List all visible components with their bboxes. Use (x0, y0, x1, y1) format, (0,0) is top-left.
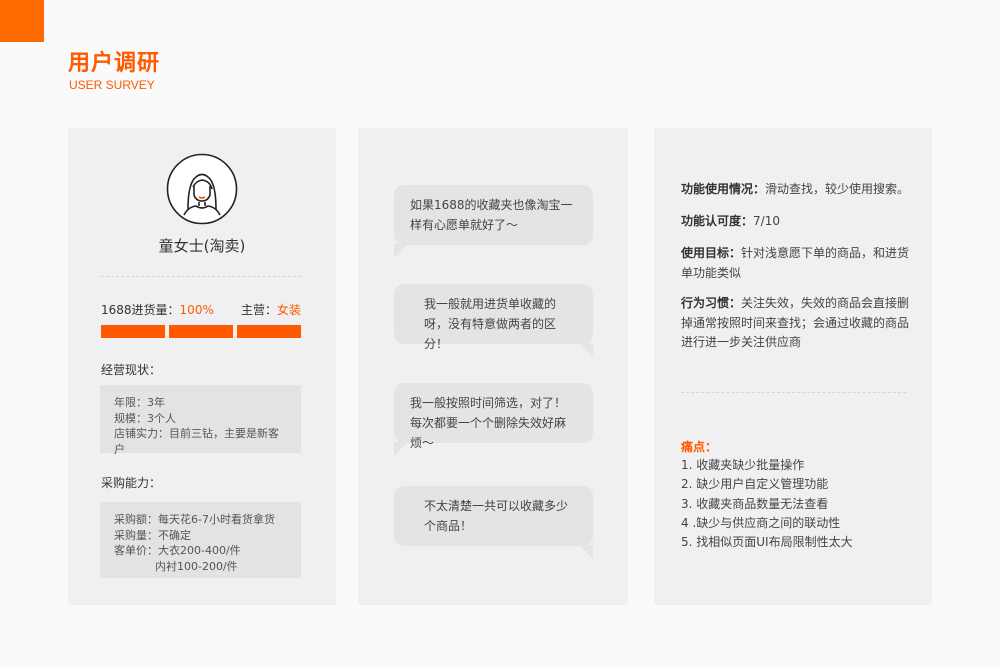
purchase-title: 采购能力： (101, 476, 162, 490)
quote-text: 不太清楚一共可以收藏多少个商品！ (424, 499, 569, 533)
quote-bubble: 如果1688的收藏夹也像淘宝一样有心愿单就好了～ (394, 185, 593, 258)
quote-text: 如果1688的收藏夹也像淘宝一样有心愿单就好了～ (410, 198, 573, 232)
category-value: 女装 (276, 303, 301, 317)
quote-text: 我一般按照时间筛选，对了！每次都要一个个删除失效好麻烦～ (410, 396, 567, 450)
pain-point: 1. 收藏夹缺少批量操作 (681, 458, 805, 472)
rating-value: 7/10 (753, 214, 780, 228)
goal-row: 使用目标：针对浅意愿下单的商品，和进货单功能类似 (681, 244, 916, 283)
purchase-box: 采购额：每天花6-7小时看货拿货 采购量：不确定 客单价：大衣200-400/件… (100, 502, 301, 578)
page-subtitle: USER SURVEY (69, 78, 155, 92)
quote-bubble: 我一般按照时间筛选，对了！每次都要一个个删除失效好麻烦～ (394, 383, 593, 456)
status-line: 年限：3年 (114, 396, 165, 409)
quotes-card: 如果1688的收藏夹也像淘宝一样有心愿单就好了～ 我一般就用进货单收藏的呀，没有… (358, 128, 628, 605)
purchase-line: 内衬100-200/件 (155, 559, 238, 573)
rating-label: 功能认可度： (681, 214, 754, 228)
habit-row: 行为习惯：关注失效，失效的商品会直接删掉通常按照时间来查找；会通过收藏的商品进行… (681, 294, 916, 353)
category-label: 主营： (240, 303, 277, 317)
pain-point-list: 1. 收藏夹缺少批量操作 2. 缺少用户自定义管理功能 3. 收藏夹商品数量无法… (681, 456, 853, 552)
volume-value: 100% (179, 303, 214, 317)
quote-text: 我一般就用进货单收藏的呀，没有特意做两者的区分！ (424, 297, 557, 351)
progress-segment (101, 325, 165, 338)
page-title: 用户调研 (68, 51, 161, 76)
pain-point: 3. 收藏夹商品数量无法查看 (681, 496, 829, 511)
status-title: 经营现状： (101, 363, 162, 377)
stat-row: 1688进货量：100% 主营：女装 (101, 301, 301, 318)
pain-title: 痛点： (681, 440, 718, 454)
purchase-line: 采购额：每天花6-7小时看货拿货 (114, 513, 275, 526)
habit-label: 行为习惯： (681, 296, 742, 310)
corner-accent-block (0, 0, 44, 42)
rating-row: 功能认可度：7/10 (681, 212, 916, 232)
purchase-line: 采购量：不确定 (114, 528, 191, 542)
quote-bubble: 不太清楚一共可以收藏多少个商品！ (394, 486, 593, 559)
pain-point: 5. 找相似页面UI布局限制性太大 (681, 535, 853, 550)
usage-row: 功能使用情况：滑动查找，较少使用搜索。 (681, 180, 916, 200)
purchase-line: 客单价：大衣200-400/件 (114, 544, 241, 557)
volume-progress-bar (101, 325, 301, 338)
usage-value: 滑动查找，较少使用搜索。 (765, 182, 910, 196)
divider (101, 276, 301, 277)
status-box: 年限：3年 规模：3个人 店铺实力：目前三钻，主要是新客户 (100, 385, 301, 456)
user-avatar-icon (166, 153, 238, 225)
persona-card: 童女士(淘卖) 1688进货量：100% 主营：女装 经营现状： 年限：3年 规… (68, 128, 336, 605)
pain-point: 2. 缺少用户自定义管理功能 (681, 477, 829, 492)
status-line: 店铺实力：目前三钻，主要是新客户 (114, 427, 279, 456)
quote-bubble: 我一般就用进货单收藏的呀，没有特意做两者的区分！ (394, 284, 593, 357)
goal-label: 使用目标： (681, 246, 742, 260)
persona-name: 童女士(淘卖) (158, 237, 246, 255)
usage-label: 功能使用情况： (681, 182, 766, 196)
progress-segment (237, 325, 301, 338)
status-line: 规模：3个人 (114, 411, 176, 425)
volume-label: 1688进货量： (101, 303, 180, 317)
progress-segment (169, 325, 233, 338)
pain-point: 4 .缺少与供应商之间的联动性 (681, 515, 841, 530)
findings-card: 功能使用情况：滑动查找，较少使用搜索。 功能认可度：7/10 使用目标：针对浅意… (654, 128, 932, 605)
divider (681, 392, 906, 393)
